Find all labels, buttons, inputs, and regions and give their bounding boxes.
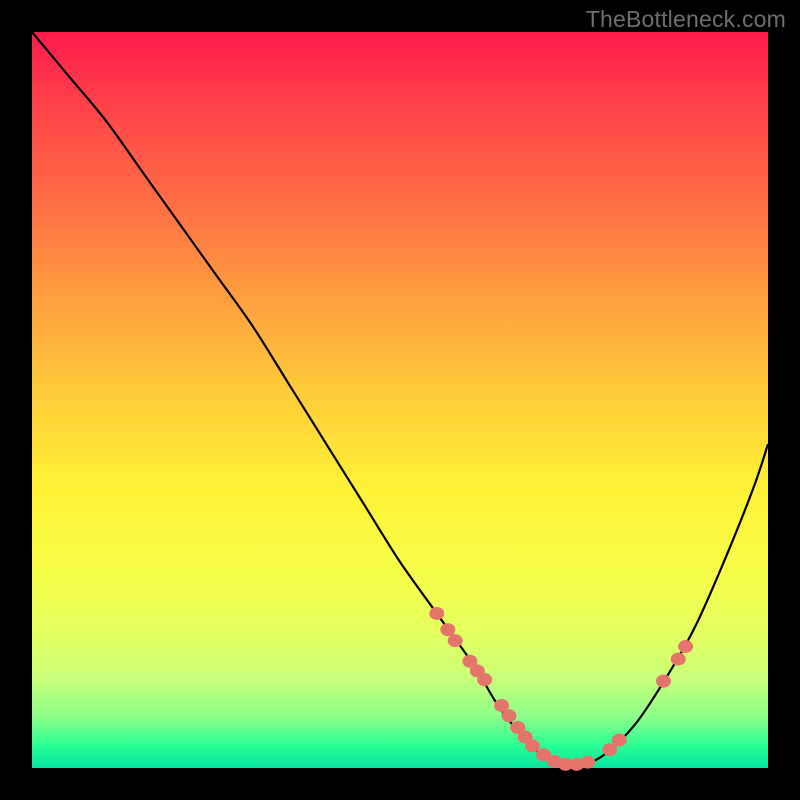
marker-layer: [429, 607, 693, 771]
data-marker: [671, 653, 686, 666]
data-marker: [656, 675, 671, 688]
data-marker: [501, 709, 516, 722]
data-marker: [678, 640, 693, 653]
data-marker: [580, 756, 595, 769]
data-marker: [429, 607, 444, 620]
watermark-text: TheBottleneck.com: [586, 6, 786, 33]
data-marker: [448, 634, 463, 647]
bottleneck-chart: [32, 32, 768, 768]
data-marker: [612, 734, 627, 747]
data-marker: [477, 673, 492, 686]
bottleneck-curve: [32, 32, 768, 766]
chart-plot-area: [32, 32, 768, 768]
data-marker: [525, 739, 540, 752]
curve-layer: [32, 32, 768, 766]
data-marker: [440, 623, 455, 636]
